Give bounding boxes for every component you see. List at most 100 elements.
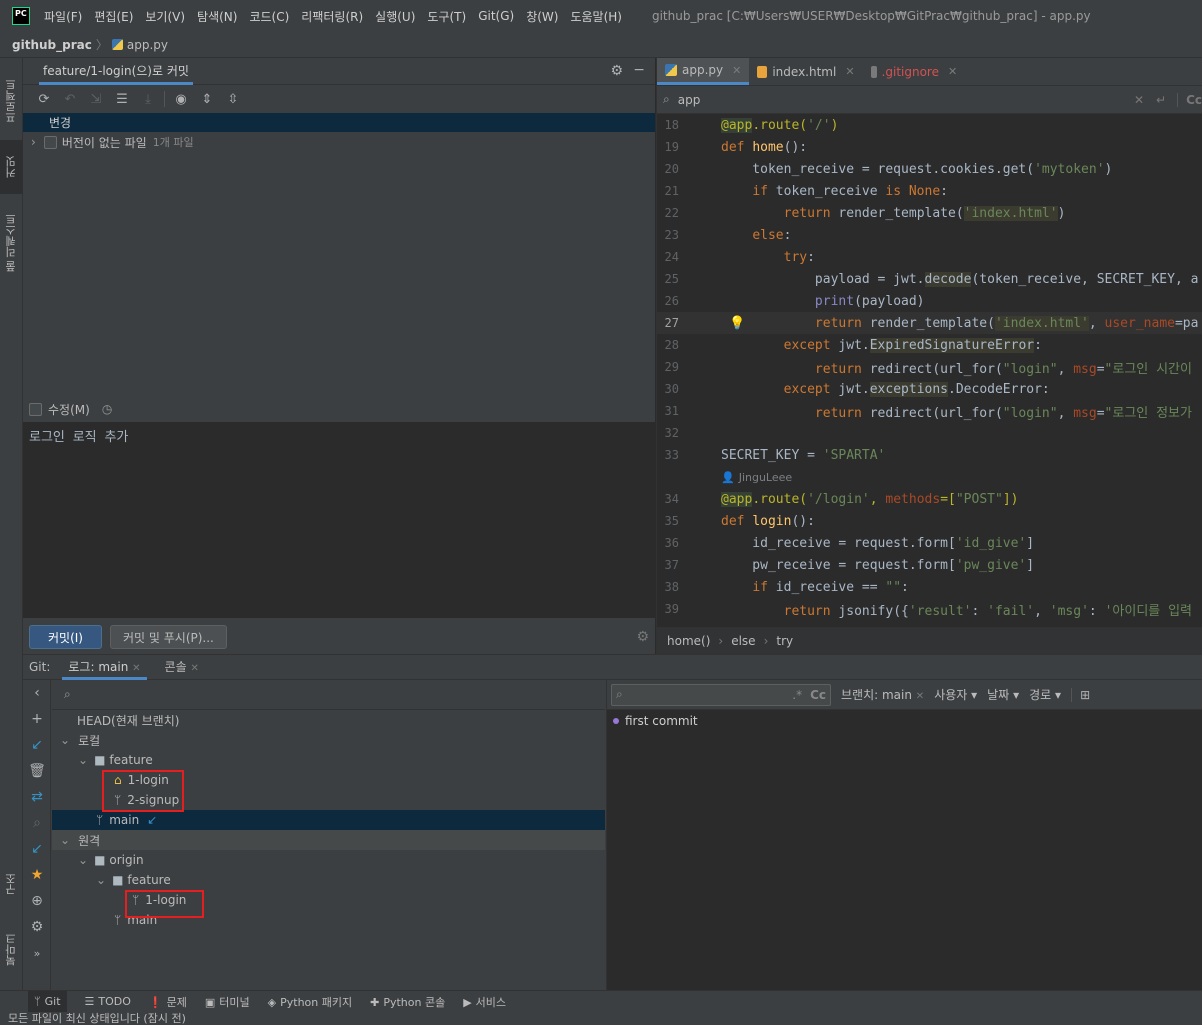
gear-icon[interactable]: ⚙	[610, 63, 623, 79]
compare-icon[interactable]: ⇄	[23, 784, 51, 810]
commit-row[interactable]: first commit	[607, 710, 1202, 732]
menu-tools[interactable]: 도구(T)	[427, 8, 466, 25]
minimize-icon[interactable]: −	[633, 62, 645, 78]
collapse-all-icon[interactable]: ⇳	[220, 88, 246, 110]
chevron-left-icon[interactable]: ‹	[23, 680, 51, 706]
close-icon[interactable]: ✕	[845, 65, 854, 78]
crumb-home[interactable]: home()	[667, 634, 710, 648]
branch-search[interactable]: ⌕	[52, 680, 605, 710]
log-search-input[interactable]: ⌕ .* Cc	[611, 683, 831, 706]
trash-icon[interactable]: 🗑	[23, 758, 51, 784]
tool-tab-python-packages[interactable]: ◈ Python 패키지	[268, 994, 352, 1010]
unversioned-files-node[interactable]: › 버전이 없는 파일 1개 파일	[23, 132, 655, 152]
chevron-down-icon[interactable]: ⌄	[60, 733, 70, 747]
user-filter[interactable]: 사용자 ▾	[934, 686, 977, 703]
remote-origin[interactable]: ⌄ ■ origin	[52, 850, 605, 870]
new-line-icon[interactable]: ↵	[1156, 93, 1166, 107]
amend-label[interactable]: 수정(M)	[48, 401, 90, 418]
commit-message-input[interactable]: 로그인 로직 추가	[23, 422, 655, 618]
tool-tab-todo[interactable]: ☰ TODO	[85, 995, 131, 1008]
pull-requests-tool-tab[interactable]: 풀 리퀘스트	[0, 198, 23, 288]
menu-edit[interactable]: 편집(E)	[94, 8, 133, 25]
tab-index-html[interactable]: index.html ✕	[749, 58, 862, 85]
search-icon[interactable]: ⌕	[23, 810, 51, 836]
menu-help[interactable]: 도움말(H)	[570, 8, 622, 25]
branch-group-remote[interactable]: ⌄ 원격	[52, 830, 605, 850]
branch-group-local[interactable]: ⌄ 로컬	[52, 730, 605, 750]
match-case-toggle[interactable]: Cc	[1177, 92, 1202, 107]
checkout-icon[interactable]: ↙	[23, 732, 51, 758]
menu-run[interactable]: 실행(U)	[375, 8, 415, 25]
menu-file[interactable]: 파일(F)	[44, 8, 82, 25]
menu-view[interactable]: 보기(V)	[145, 8, 185, 25]
tool-tab-terminal[interactable]: ▣ 터미널	[205, 994, 250, 1010]
tab-gitignore[interactable]: .gitignore ✕	[863, 58, 966, 85]
tool-tab-problems[interactable]: ❗ 문제	[149, 994, 187, 1010]
breadcrumb-file[interactable]: app.py	[127, 38, 168, 52]
project-tool-tab[interactable]: 프로젝트	[0, 66, 23, 136]
crumb-try[interactable]: try	[776, 634, 793, 648]
clear-search-icon[interactable]: ✕	[1134, 93, 1144, 107]
commit-button[interactable]: 커밋(I)	[29, 625, 102, 649]
menu-git[interactable]: Git(G)	[478, 9, 514, 23]
bookmarks-tool-tab[interactable]: 북마크	[0, 918, 23, 982]
more-icon[interactable]: »	[23, 940, 51, 966]
gear-icon[interactable]: ⚙	[23, 914, 51, 940]
lightbulb-icon[interactable]: 💡	[729, 316, 745, 331]
menu-window[interactable]: 창(W)	[526, 8, 558, 25]
chevron-down-icon[interactable]: ⌄	[78, 853, 88, 867]
show-diff-icon[interactable]: ☰	[109, 88, 135, 110]
amend-checkbox[interactable]	[29, 402, 42, 416]
commit-and-push-button[interactable]: 커밋 및 푸시(P)...	[109, 625, 227, 649]
code-area[interactable]: 18 @app.route('/') 19 def home(): 20 token…	[657, 114, 1202, 627]
crumb-else[interactable]: else	[731, 634, 755, 648]
tab-commit-to-branch[interactable]: feature/1-login(으)로 커밋	[39, 58, 193, 85]
breadcrumb-project[interactable]: github_prac	[12, 38, 92, 52]
tool-tab-services[interactable]: ▶ 서비스	[463, 994, 506, 1010]
refresh-icon[interactable]: ⟳	[31, 88, 57, 110]
tab-app-py[interactable]: app.py ✕	[657, 58, 750, 85]
tab-console[interactable]: 콘솔 ✕	[159, 655, 205, 680]
path-filter[interactable]: 경로 ▾	[1029, 686, 1061, 703]
eye-icon[interactable]: ◉	[168, 88, 194, 110]
close-icon[interactable]: ✕	[190, 663, 198, 674]
match-case-toggle[interactable]: Cc	[810, 688, 826, 702]
menu-navigate[interactable]: 탐색(N)	[197, 8, 237, 25]
plus-icon[interactable]: +	[23, 706, 51, 732]
tool-tab-git[interactable]: ᛘ Git	[28, 990, 67, 1013]
new-tab-icon[interactable]: ⊞	[1071, 687, 1090, 702]
branch-main[interactable]: ᛘ main ↙	[52, 810, 605, 830]
search-input[interactable]: app	[678, 93, 701, 107]
tool-tab-python-console[interactable]: ✚ Python 콘솔	[370, 994, 445, 1010]
branch-filter[interactable]: 브랜치: main ✕	[841, 686, 924, 703]
close-icon[interactable]: ✕	[732, 64, 741, 77]
chevron-right-icon[interactable]: ›	[31, 135, 36, 149]
chevron-down-icon[interactable]: ⌄	[78, 753, 88, 767]
changes-root-node[interactable]: 변경	[23, 113, 655, 132]
close-icon[interactable]: ✕	[948, 65, 957, 78]
remote-folder-feature[interactable]: ⌄ ■ feature	[52, 870, 605, 890]
structure-tool-tab[interactable]: 구조	[0, 858, 23, 910]
tab-log-main[interactable]: 로그: main ✕	[62, 655, 147, 680]
branch-folder-feature[interactable]: ⌄ ■ feature	[52, 750, 605, 770]
expand-all-icon[interactable]: ⇕	[194, 88, 220, 110]
rollback-icon[interactable]: ↶	[57, 88, 83, 110]
menu-code[interactable]: 코드(C)	[249, 8, 289, 25]
shelve-icon[interactable]: ⤓	[135, 88, 161, 110]
update-icon[interactable]: ⇲	[83, 88, 109, 110]
chevron-down-icon[interactable]: ⌄	[60, 833, 70, 847]
chevron-down-icon[interactable]: ⌄	[96, 873, 106, 887]
clock-icon[interactable]: ◷	[102, 402, 112, 416]
date-filter[interactable]: 날짜 ▾	[987, 686, 1019, 703]
close-icon[interactable]: ✕	[132, 663, 140, 674]
commit-tool-tab[interactable]: 커밋	[0, 140, 23, 194]
regex-icon[interactable]: .*	[792, 688, 802, 702]
update-icon[interactable]: ↙	[23, 836, 51, 862]
star-icon[interactable]: ★	[23, 862, 51, 888]
menu-refactor[interactable]: 리팩터링(R)	[301, 8, 363, 25]
close-icon[interactable]: ✕	[916, 691, 924, 702]
target-icon[interactable]: ⊕	[23, 888, 51, 914]
code-author-hint[interactable]: 👤 JinguLeee	[657, 466, 1202, 488]
unversioned-checkbox[interactable]	[43, 135, 57, 149]
branch-head[interactable]: HEAD(현재 브랜치)	[52, 710, 605, 730]
